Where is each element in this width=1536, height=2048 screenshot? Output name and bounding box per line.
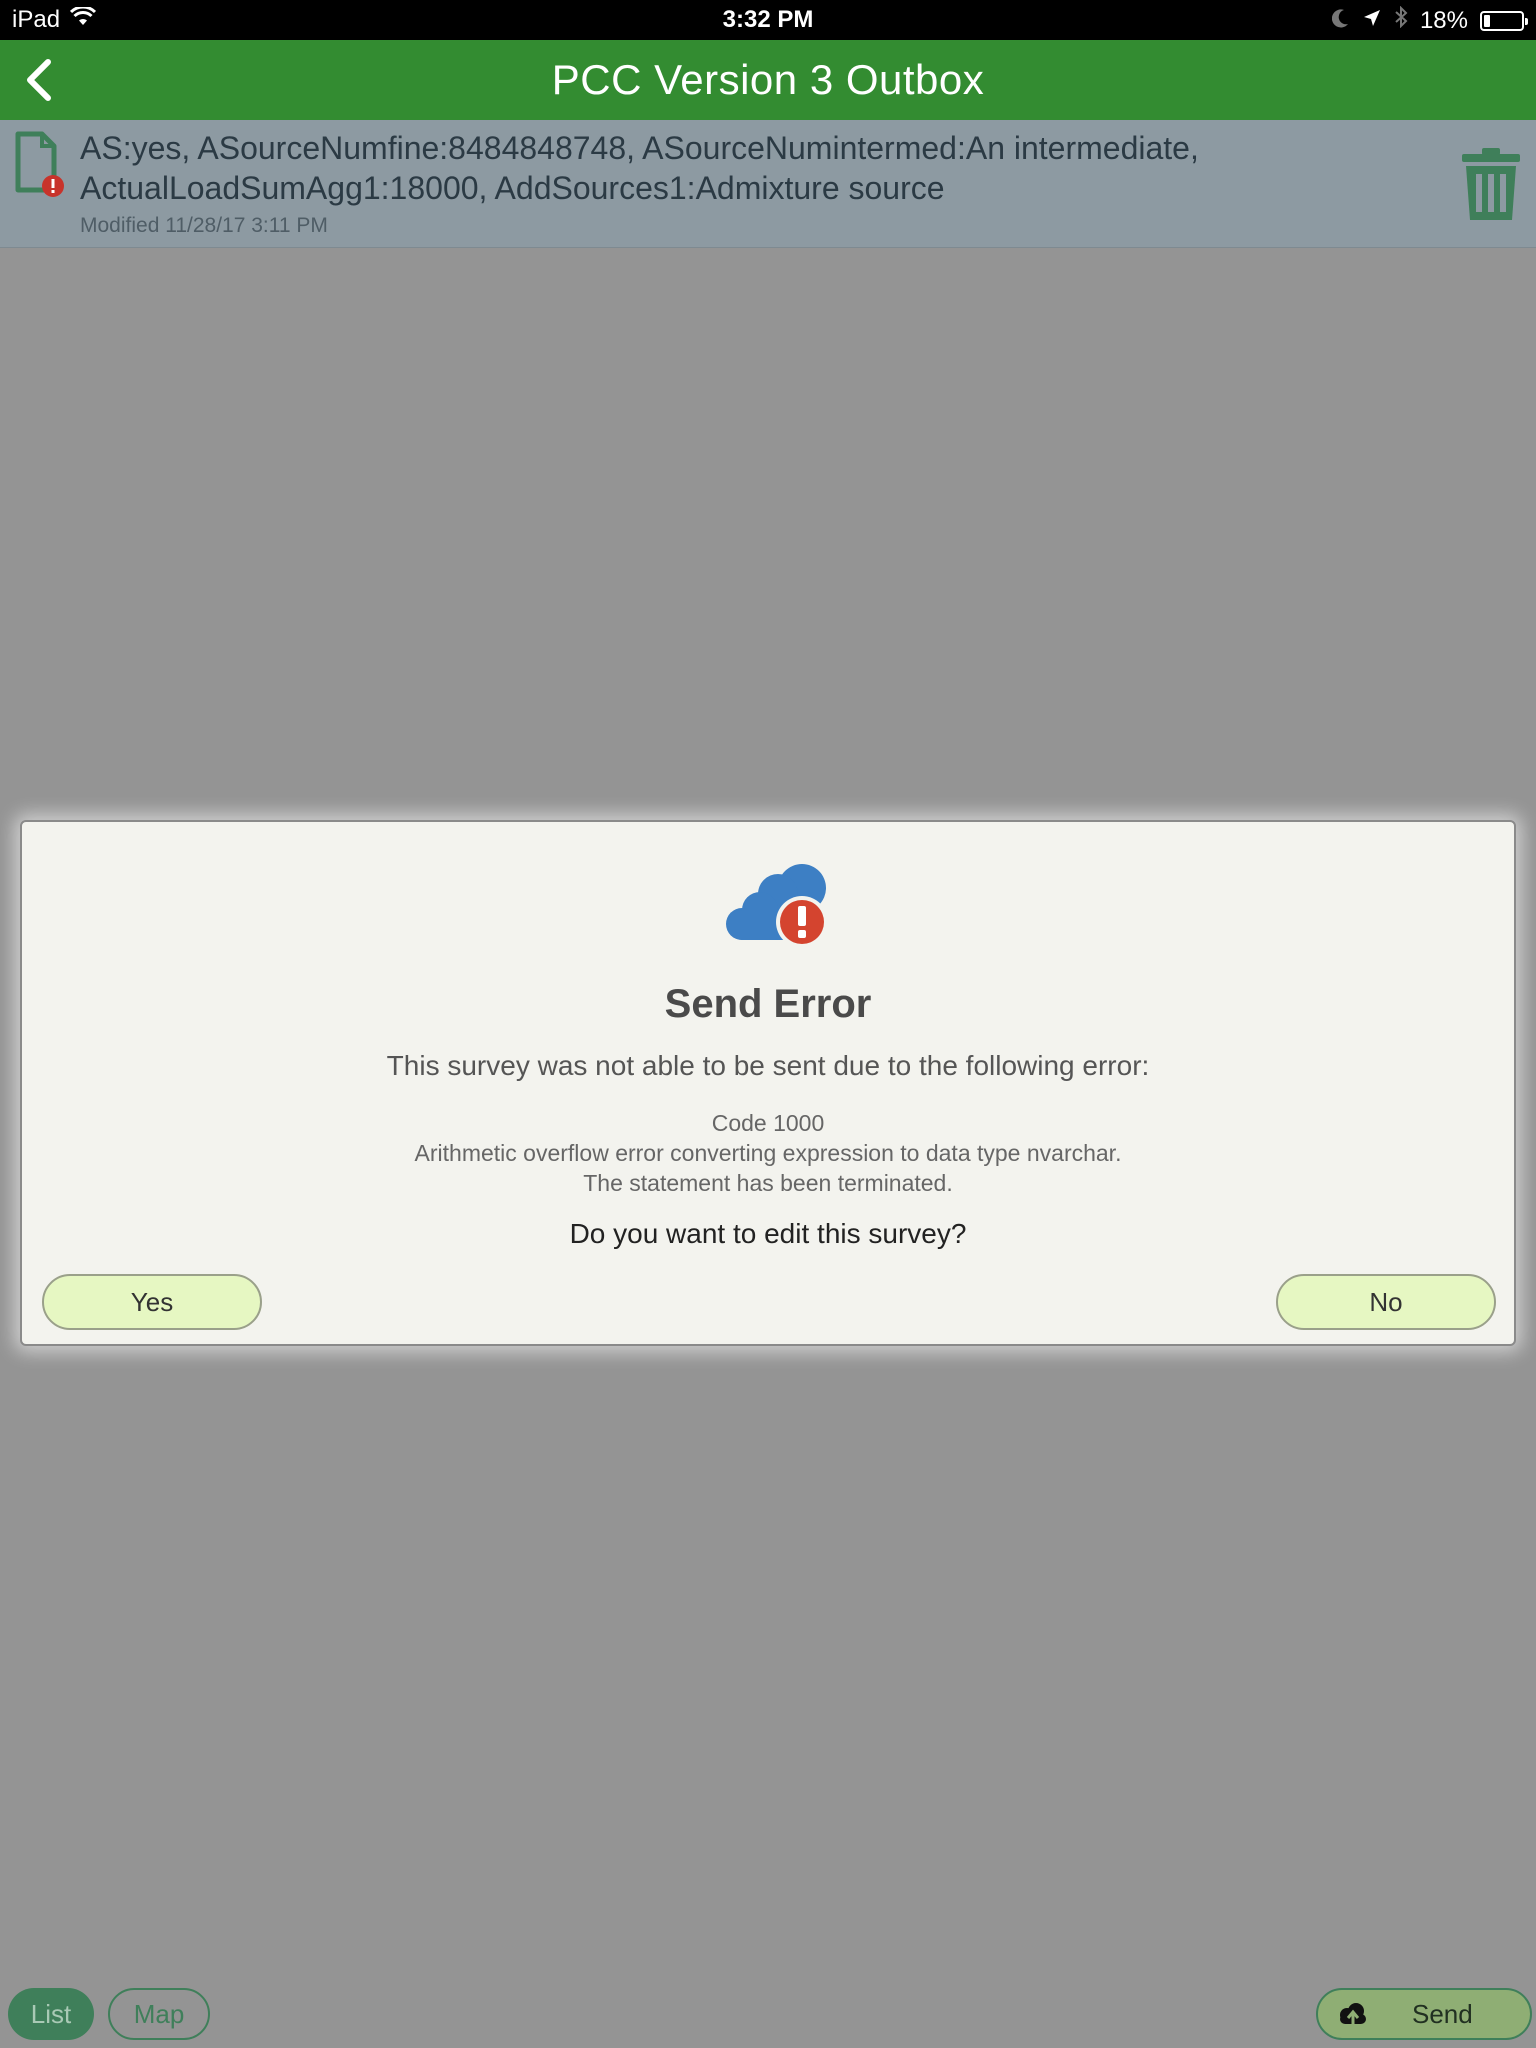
send-error-dialog: Send Error This survey was not able to b…: [20, 820, 1516, 1346]
send-button[interactable]: Send: [1316, 1988, 1532, 2040]
outbox-list-item[interactable]: AS:yes, ASourceNumfine:8484848748, ASour…: [0, 120, 1536, 248]
page-title: PCC Version 3 Outbox: [551, 56, 985, 103]
error-line-2: The statement has been terminated.: [583, 1170, 953, 1196]
status-right: 18%: [1331, 5, 1528, 35]
status-bar: iPad 3:32 PM 18%: [0, 0, 1536, 40]
cloud-error-icon: [710, 852, 850, 962]
battery-fill: [1484, 14, 1490, 27]
battery-percent: 18%: [1419, 6, 1468, 34]
bluetooth-icon: [1394, 5, 1408, 35]
no-button[interactable]: No: [1276, 1274, 1496, 1330]
send-label: Send: [1412, 1998, 1473, 2029]
dialog-message: This survey was not able to be sent due …: [386, 1050, 1150, 1081]
list-view-label: List: [30, 1998, 72, 2029]
outbox-item-summary: AS:yes, ASourceNumfine:8484848748, ASour…: [80, 130, 1199, 206]
map-view-button[interactable]: Map: [108, 1988, 210, 2040]
status-time: 3:32 PM: [722, 6, 814, 33]
error-details: Code 1000 Arithmetic overflow error conv…: [22, 1108, 1514, 1198]
dialog-title: Send Error: [664, 982, 872, 1026]
delete-button[interactable]: [1460, 146, 1522, 222]
map-view-label: Map: [133, 1998, 185, 2029]
nav-bar: PCC Version 3 Outbox: [0, 40, 1536, 120]
battery-icon: [1480, 10, 1528, 31]
yes-button[interactable]: Yes: [42, 1274, 262, 1330]
error-line-1: Arithmetic overflow error converting exp…: [414, 1140, 1122, 1166]
moon-icon: [1331, 7, 1350, 35]
trash-icon: [1462, 148, 1520, 220]
location-arrow-icon: [1362, 7, 1382, 35]
cloud-upload-icon: [1340, 2003, 1366, 2027]
error-code: Code 1000: [711, 1110, 825, 1136]
list-view-button[interactable]: List: [8, 1988, 94, 2040]
document-error-icon: [12, 130, 68, 200]
outbox-item-modified: Modified 11/28/17 3:11 PM: [80, 214, 328, 237]
dialog-question: Do you want to edit this survey?: [569, 1218, 967, 1249]
